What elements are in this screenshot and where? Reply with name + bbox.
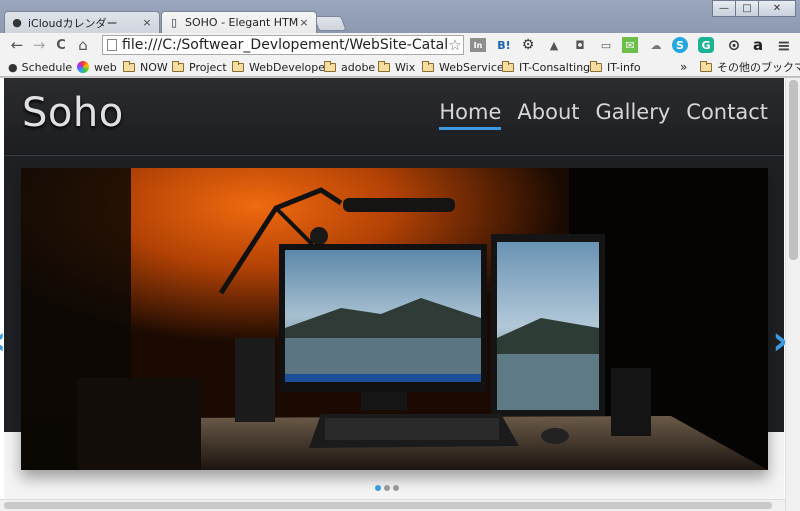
folder-icon: [590, 60, 602, 72]
folder-icon: [123, 60, 135, 72]
bookmark-it-info[interactable]: IT-info: [590, 59, 641, 75]
tab-close-icon[interactable]: ×: [298, 16, 310, 29]
evernote-icon[interactable]: ▲: [544, 35, 564, 55]
color-wheel-icon: [77, 61, 89, 73]
new-tab-button[interactable]: [313, 16, 347, 31]
bookmark-label: Project: [189, 60, 227, 74]
bookmark-adobe[interactable]: adobe: [324, 59, 375, 75]
bookmarks-overflow-button[interactable]: »: [680, 59, 687, 75]
linkedin-extension-icon[interactable]: In: [470, 38, 486, 52]
apple-icon: ●: [8, 60, 18, 74]
apple-icon: ●: [12, 16, 22, 29]
page-icon: ▯: [170, 16, 178, 29]
main-nav: Home About Gallery Contact: [423, 100, 768, 130]
slider-prev-arrow[interactable]: ‹: [0, 321, 6, 361]
nav-home[interactable]: Home: [439, 100, 502, 130]
vertical-scrollbar[interactable]: [785, 78, 800, 511]
target-extension-icon[interactable]: ⊙: [724, 35, 744, 55]
tab-icloud[interactable]: ● iCloudカレンダー ×: [4, 11, 160, 33]
site-logo[interactable]: Soho: [22, 90, 124, 136]
back-button[interactable]: ←: [6, 35, 28, 55]
forward-button[interactable]: →: [28, 35, 50, 55]
folder-icon: [502, 60, 514, 72]
bookmark-web[interactable]: web: [77, 59, 117, 75]
folder-icon: [378, 60, 390, 72]
pocket-icon[interactable]: ◘: [570, 35, 590, 55]
skype-icon[interactable]: S: [672, 37, 688, 53]
slider-dot[interactable]: [393, 485, 399, 491]
page-viewport: Soho Home About Gallery Contact ›: [0, 78, 800, 511]
reload-button[interactable]: C: [50, 35, 72, 55]
bookmark-it-consalting[interactable]: IT-Consalting: [502, 59, 590, 75]
nav-contact[interactable]: Contact: [686, 100, 768, 130]
slider-pagination: [375, 485, 402, 491]
url-text: file:///C:/Softwear_Devlopement/WebSite-…: [122, 37, 447, 53]
scrollbar-thumb[interactable]: [789, 80, 798, 260]
minimize-button[interactable]: —: [712, 0, 736, 17]
folder-icon: [700, 60, 712, 72]
close-window-button[interactable]: ✕: [758, 0, 796, 17]
gear-icon[interactable]: ⚙: [518, 35, 538, 55]
bookmark-label: IT-info: [607, 60, 641, 74]
hatena-bookmark-icon[interactable]: B!: [494, 35, 514, 55]
bookmark-label: IT-Consalting: [519, 60, 591, 74]
bookmark-label: NOW: [140, 60, 168, 74]
menu-icon[interactable]: ≡: [774, 35, 794, 55]
scrollbar-thumb[interactable]: [4, 502, 772, 509]
bookmark-label: WebService: [439, 60, 504, 74]
tab-title: iCloudカレンダー: [28, 16, 118, 30]
folder-icon: [172, 60, 184, 72]
tab-soho[interactable]: ▯ SOHO - Elegant HTML ×: [161, 11, 317, 33]
tab-strip: ● iCloudカレンダー × ▯ SOHO - Elegant HTML × …: [0, 0, 800, 33]
cloud-extension-icon[interactable]: ☁: [646, 35, 666, 55]
bookmark-label: web: [94, 60, 117, 74]
bookmark-webdeveloper[interactable]: WebDeveloper: [232, 59, 330, 75]
bookmark-wix[interactable]: Wix: [378, 59, 415, 75]
maximize-button[interactable]: □: [735, 0, 759, 17]
address-bar[interactable]: file:///C:/Softwear_Devlopement/WebSite-…: [102, 35, 464, 55]
page-icon: [107, 39, 117, 51]
home-button[interactable]: ⌂: [72, 35, 94, 55]
cast-icon[interactable]: ▭: [596, 35, 616, 55]
slider-image: [21, 168, 768, 470]
bookmark-schedule[interactable]: ● Schedule: [8, 59, 72, 75]
bookmark-now[interactable]: NOW: [123, 59, 168, 75]
tab-close-icon[interactable]: ×: [141, 16, 153, 29]
bookmark-webservice[interactable]: WebService: [422, 59, 504, 75]
folder-icon: [422, 60, 434, 72]
slider-dot[interactable]: [384, 485, 390, 491]
bookmark-other[interactable]: その他のブックマーク: [700, 59, 800, 75]
nav-gallery[interactable]: Gallery: [596, 100, 671, 130]
amazon-icon[interactable]: a: [748, 35, 768, 55]
bookmark-label: その他のブックマーク: [717, 61, 800, 74]
window-controls: — □ ✕: [712, 0, 796, 17]
feedly-icon[interactable]: ✉: [622, 37, 638, 53]
bookmarks-bar: ● Schedule web NOW Project WebDeveloper …: [0, 57, 800, 77]
browser-toolbar: ← → C ⌂ file:///C:/Softwear_Devlopement/…: [0, 33, 800, 57]
folder-icon: [232, 60, 244, 72]
bookmark-label: adobe: [341, 60, 376, 74]
horizontal-scrollbar[interactable]: [0, 499, 785, 511]
nav-about[interactable]: About: [517, 100, 579, 130]
bookmark-label: WebDeveloper: [249, 60, 330, 74]
desk-photo: [21, 168, 768, 470]
slider-dot[interactable]: [375, 485, 381, 491]
bookmark-project[interactable]: Project: [172, 59, 227, 75]
tab-title: SOHO - Elegant HTML: [185, 16, 298, 29]
folder-icon: [324, 60, 336, 72]
grammarly-icon[interactable]: G: [698, 37, 714, 53]
bookmark-star-icon[interactable]: ☆: [447, 36, 463, 54]
bookmark-label: Wix: [395, 60, 416, 74]
bookmark-label: Schedule: [21, 60, 73, 74]
site-header: Soho Home About Gallery Contact: [4, 78, 784, 156]
